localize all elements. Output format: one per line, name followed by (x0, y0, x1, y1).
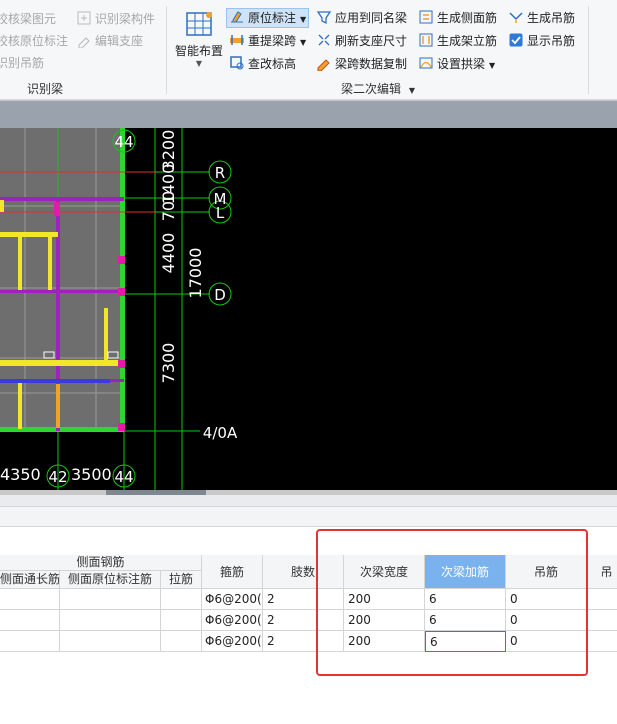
set-arch-beam-button[interactable]: 设置拱梁 ▼ (418, 54, 495, 74)
check-annotation-button[interactable]: 校核原位标注 (0, 31, 68, 51)
arch-icon (418, 55, 434, 71)
group-separator (166, 6, 167, 94)
table-cell[interactable] (60, 631, 161, 652)
col-hanger-extra[interactable]: 吊 (587, 555, 617, 589)
table-cell[interactable] (587, 589, 617, 610)
checkbox-checked-icon (508, 32, 524, 48)
gen-side-bar-button[interactable]: 生成侧面筋 (418, 8, 497, 28)
respan-icon (229, 32, 245, 48)
chevron-down-icon: ▼ (195, 59, 203, 68)
refresh-icon (316, 32, 332, 48)
dim-17000: 17000 (186, 248, 205, 299)
chevron-down-icon: ▼ (408, 86, 415, 95)
gen-erection-bar-button[interactable]: 生成架立筋 (418, 31, 497, 51)
group-label-secondary-edit: 梁二次编辑 ▼ (341, 80, 415, 97)
col-tie-bar: 拉筋 (161, 571, 202, 589)
axis-label-l: L (216, 204, 225, 222)
show-hanger-label: 显示吊筋 (527, 34, 576, 48)
group-separator (588, 6, 589, 94)
stirrup-cell[interactable]: Φ6@200( (202, 589, 263, 610)
check-elevation-label: 查改标高 (248, 57, 297, 71)
col-side-annotation-bar: 侧面原位标注筋 (60, 571, 161, 589)
smart-layout-button[interactable]: 智能布置 ▼ (172, 8, 226, 74)
check-elevation-button[interactable]: 查改标高 (229, 54, 296, 74)
stirrup-cell[interactable]: Φ6@200( (202, 610, 263, 631)
erection-bar-icon (418, 32, 434, 48)
smart-layout-label: 智能布置 (174, 44, 223, 58)
axis-label-r: R (215, 164, 225, 182)
chevron-down-icon: ▼ (489, 61, 496, 70)
panel-toolbar (0, 507, 617, 527)
edit-support-label: 编辑支座 (95, 34, 144, 48)
tab-band (0, 100, 617, 128)
side-bar-icon (418, 9, 434, 25)
dim-4350: 4350 (0, 465, 41, 484)
gen-hanger-button[interactable]: 生成吊筋 (508, 8, 575, 28)
stirrup-cell[interactable]: Φ6@200( (202, 631, 263, 652)
elevation-icon (229, 55, 245, 71)
dim-4400: 4400 (159, 233, 178, 274)
check-annotation-label: 校核原位标注 (0, 34, 69, 48)
table-cell[interactable] (0, 589, 60, 610)
highlight-frame (316, 529, 588, 676)
recognize-hanger-label: 识别吊筋 (0, 56, 45, 70)
check-beam-button[interactable]: 校核梁图元 (0, 9, 56, 29)
col-stirrup[interactable]: 箍筋 (202, 555, 263, 589)
recognize-beam-button[interactable]: 识别梁构件 (76, 9, 155, 29)
gen-hanger-label: 生成吊筋 (527, 11, 576, 25)
table-cell[interactable] (0, 610, 60, 631)
respan-button[interactable]: 重提梁跨 ▼ (229, 31, 306, 51)
recognize-icon (76, 10, 92, 26)
table-cell[interactable] (161, 631, 202, 652)
corner-axis-label: 4/0A (203, 424, 238, 442)
recognize-beam-label: 识别梁构件 (95, 12, 156, 26)
gen-erection-bar-label: 生成架立筋 (437, 34, 498, 48)
annotation-button[interactable]: 原位标注 ▼ (226, 8, 310, 28)
gen-side-bar-label: 生成侧面筋 (437, 11, 498, 25)
dim-700: 700 (159, 191, 178, 222)
dim-7300: 7300 (159, 343, 178, 384)
app-window: 校核梁图元 识别梁构件 校核原位标注 编辑支座 识别吊筋 识别梁 智能布置 ▼ (0, 0, 617, 724)
drawing-canvas[interactable]: R M L D 44 42 44 4/0A 3200 1400 700 4400… (0, 128, 617, 490)
table-cell[interactable] (161, 610, 202, 631)
group2-label-text: 梁二次编辑 (341, 82, 402, 96)
annotation-label: 原位标注 (248, 11, 297, 25)
apply-same-beam-label: 应用到同名梁 (335, 11, 408, 25)
annotation-icon (229, 9, 245, 25)
copy-icon (316, 55, 332, 72)
chevron-down-icon: ▼ (300, 38, 307, 47)
table-cell[interactable] (587, 631, 617, 652)
edit-support-icon (76, 32, 92, 49)
col-side-through-bar: 侧面通长筋 (0, 571, 60, 589)
ribbon-toolbar: 校核梁图元 识别梁构件 校核原位标注 编辑支座 识别吊筋 识别梁 智能布置 ▼ (0, 0, 617, 100)
chevron-down-icon: ▼ (300, 15, 307, 24)
set-arch-beam-label: 设置拱梁 (437, 57, 486, 71)
refresh-support-label: 刷新支座尺寸 (335, 34, 408, 48)
recognize-hanger-button[interactable]: 识别吊筋 (0, 53, 44, 73)
table-cell[interactable] (60, 589, 161, 610)
refresh-support-button[interactable]: 刷新支座尺寸 (316, 31, 407, 51)
table-cell[interactable] (161, 589, 202, 610)
group-label-recognize: 识别梁 (27, 82, 64, 96)
apply-same-beam-button[interactable]: 应用到同名梁 (316, 8, 407, 28)
table-cell[interactable] (0, 631, 60, 652)
copy-span-label: 梁跨数据复制 (335, 57, 408, 71)
hanger-icon (508, 9, 524, 25)
col-group-side-rebar: 侧面钢筋 (0, 555, 202, 571)
smart-layout-icon (183, 10, 215, 38)
table-cell[interactable] (60, 610, 161, 631)
check-beam-label: 校核梁图元 (0, 12, 57, 26)
edit-support-button[interactable]: 编辑支座 (76, 31, 143, 51)
axis-label-top: 44 (114, 133, 133, 151)
respan-label: 重提梁跨 (248, 34, 297, 48)
axis-label-d: D (214, 286, 226, 304)
axis-label-bottom-44: 44 (114, 468, 133, 486)
dim-3500: 3500 (71, 465, 112, 484)
panel-titlebar (0, 495, 617, 507)
table-cell[interactable] (587, 610, 617, 631)
copy-span-button[interactable]: 梁跨数据复制 (316, 54, 407, 74)
axis-label-bottom-42: 42 (48, 468, 67, 486)
apply-icon (316, 9, 332, 25)
show-hanger-checkbox[interactable]: 显示吊筋 (508, 31, 575, 51)
